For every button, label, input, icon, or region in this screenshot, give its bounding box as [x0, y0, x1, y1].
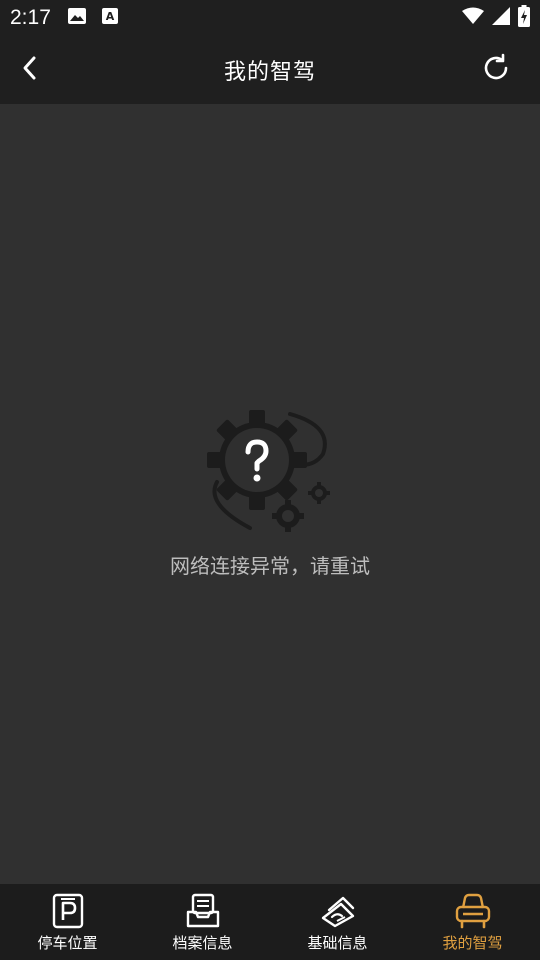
tab-parking-location[interactable]: 停车位置 — [0, 884, 135, 960]
tab-basic-info[interactable]: 基础信息 — [270, 884, 405, 960]
tab-label: 我的智驾 — [442, 934, 503, 952]
archive-icon — [184, 892, 222, 930]
car-icon — [454, 892, 492, 930]
refresh-icon — [481, 53, 511, 87]
error-message: 网络连接异常，请重试 — [170, 554, 370, 578]
battery-charging-icon — [518, 5, 530, 31]
svg-text:A: A — [106, 10, 115, 23]
info-stack-icon — [319, 892, 357, 930]
status-icons-left: A — [67, 7, 119, 29]
parking-icon — [49, 892, 87, 930]
tab-label: 基础信息 — [307, 934, 368, 952]
wifi-icon — [462, 7, 484, 29]
refresh-button[interactable] — [474, 48, 518, 92]
image-icon — [67, 7, 87, 29]
status-time: 2:17 — [10, 6, 51, 29]
app-bar: 我的智驾 — [0, 36, 540, 104]
gear-question-icon — [205, 406, 335, 532]
status-icons-right — [462, 0, 530, 36]
back-button[interactable] — [10, 48, 50, 92]
font-a-icon: A — [101, 7, 119, 29]
bottom-tab-bar: 停车位置 档案信息 基础信息 我的智驾 — [0, 884, 540, 960]
signal-icon — [492, 7, 510, 29]
tab-my-smart-drive[interactable]: 我的智驾 — [405, 884, 540, 960]
tab-archive-info[interactable]: 档案信息 — [135, 884, 270, 960]
page-title: 我的智驾 — [223, 60, 316, 85]
status-bar: 2:17 A — [0, 0, 540, 36]
tab-label: 停车位置 — [37, 934, 98, 952]
tab-label: 档案信息 — [172, 934, 233, 952]
chevron-left-icon — [20, 55, 40, 85]
